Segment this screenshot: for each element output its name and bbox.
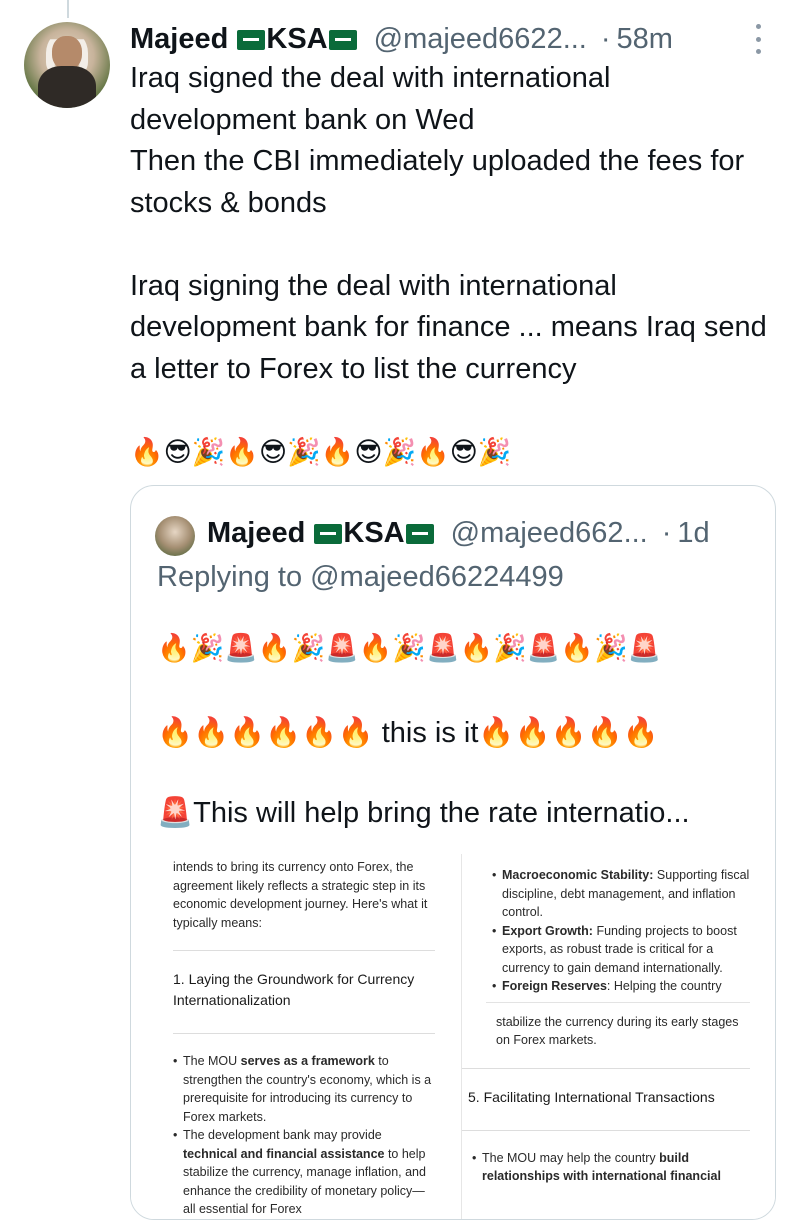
- screenshot-left-column: intends to bring its currency onto Forex…: [173, 854, 435, 1219]
- quoted-avatar: [155, 516, 195, 556]
- replying-to: Replying to @majeed66224499: [157, 561, 564, 593]
- screenshot-bullet: The MOU serves as a framework to strengt…: [173, 1052, 435, 1126]
- screenshot-intro: intends to bring its currency onto Forex…: [173, 860, 428, 930]
- screenshot-bullet: The MOU may help the country build relat…: [472, 1149, 750, 1186]
- quoted-tweet-header: Majeed KSA @majeed662... · 1d: [207, 512, 767, 554]
- quoted-this-is-it-line: 🔥🔥🔥🔥🔥🔥 this is it🔥🔥🔥🔥🔥: [157, 717, 659, 749]
- separator-dot: ·: [661, 516, 672, 549]
- quoted-tweet[interactable]: Majeed KSA @majeed662... · 1d Replying t…: [130, 485, 776, 1220]
- tweet-text: Iraq signed the deal with international …: [130, 62, 767, 385]
- saudi-flag-icon: [405, 523, 434, 544]
- screenshot-bullet: The development bank may provide technic…: [173, 1126, 435, 1219]
- saudi-flag-icon: [237, 29, 266, 50]
- display-name[interactable]: Majeed KSA: [130, 23, 358, 56]
- divider: [173, 950, 435, 951]
- thread-line: [67, 0, 69, 18]
- quoted-truncated-line: 🚨This will help bring the rate internati…: [157, 797, 690, 829]
- screenshot-bullet: Macroeconomic Stability: Supporting fisc…: [492, 866, 750, 922]
- saudi-flag-icon: [328, 29, 357, 50]
- divider: [462, 1067, 750, 1069]
- saudi-flag-icon: [314, 523, 343, 544]
- more-options-icon[interactable]: [752, 24, 764, 54]
- screenshot-heading-1: 1. Laying the Groundwork for Currency In…: [173, 971, 415, 1008]
- quoted-emoji-line: 🔥🎉🚨🔥🎉🚨🔥🎉🚨🔥🎉🚨🔥🎉🚨: [157, 633, 662, 663]
- image-seam: [486, 1001, 750, 1003]
- screenshot-bullet: Foreign Reserves: Helping the country: [492, 977, 750, 996]
- handle[interactable]: @majeed6622...: [374, 23, 587, 56]
- screenshot-bullet: Export Growth: Funding projects to boost…: [492, 922, 750, 978]
- screenshot-continued: stabilize the currency during its early …: [496, 1014, 739, 1048]
- attached-screenshot-image[interactable]: intends to bring its currency onto Forex…: [131, 854, 775, 1219]
- quoted-handle: @majeed662...: [450, 516, 648, 549]
- screenshot-right-column: Macroeconomic Stability: Supporting fisc…: [461, 854, 775, 1219]
- avatar-robe: [38, 66, 96, 108]
- avatar[interactable]: [24, 22, 110, 108]
- quoted-display-name: Majeed KSA: [207, 517, 435, 550]
- tweet-header: Majeed KSA @majeed6622... · 58m: [130, 18, 775, 60]
- divider: [173, 1033, 435, 1034]
- timestamp[interactable]: 58m: [617, 23, 673, 56]
- tweet-emoji-line: 🔥😎🎉🔥😎🎉🔥😎🎉🔥😎🎉: [130, 437, 512, 467]
- divider: [462, 1129, 750, 1131]
- avatar-face: [52, 36, 82, 70]
- quoted-timestamp: 1d: [677, 516, 710, 549]
- separator-dot: ·: [600, 22, 611, 55]
- screenshot-heading-5: 5. Facilitating International Transactio…: [468, 1088, 715, 1105]
